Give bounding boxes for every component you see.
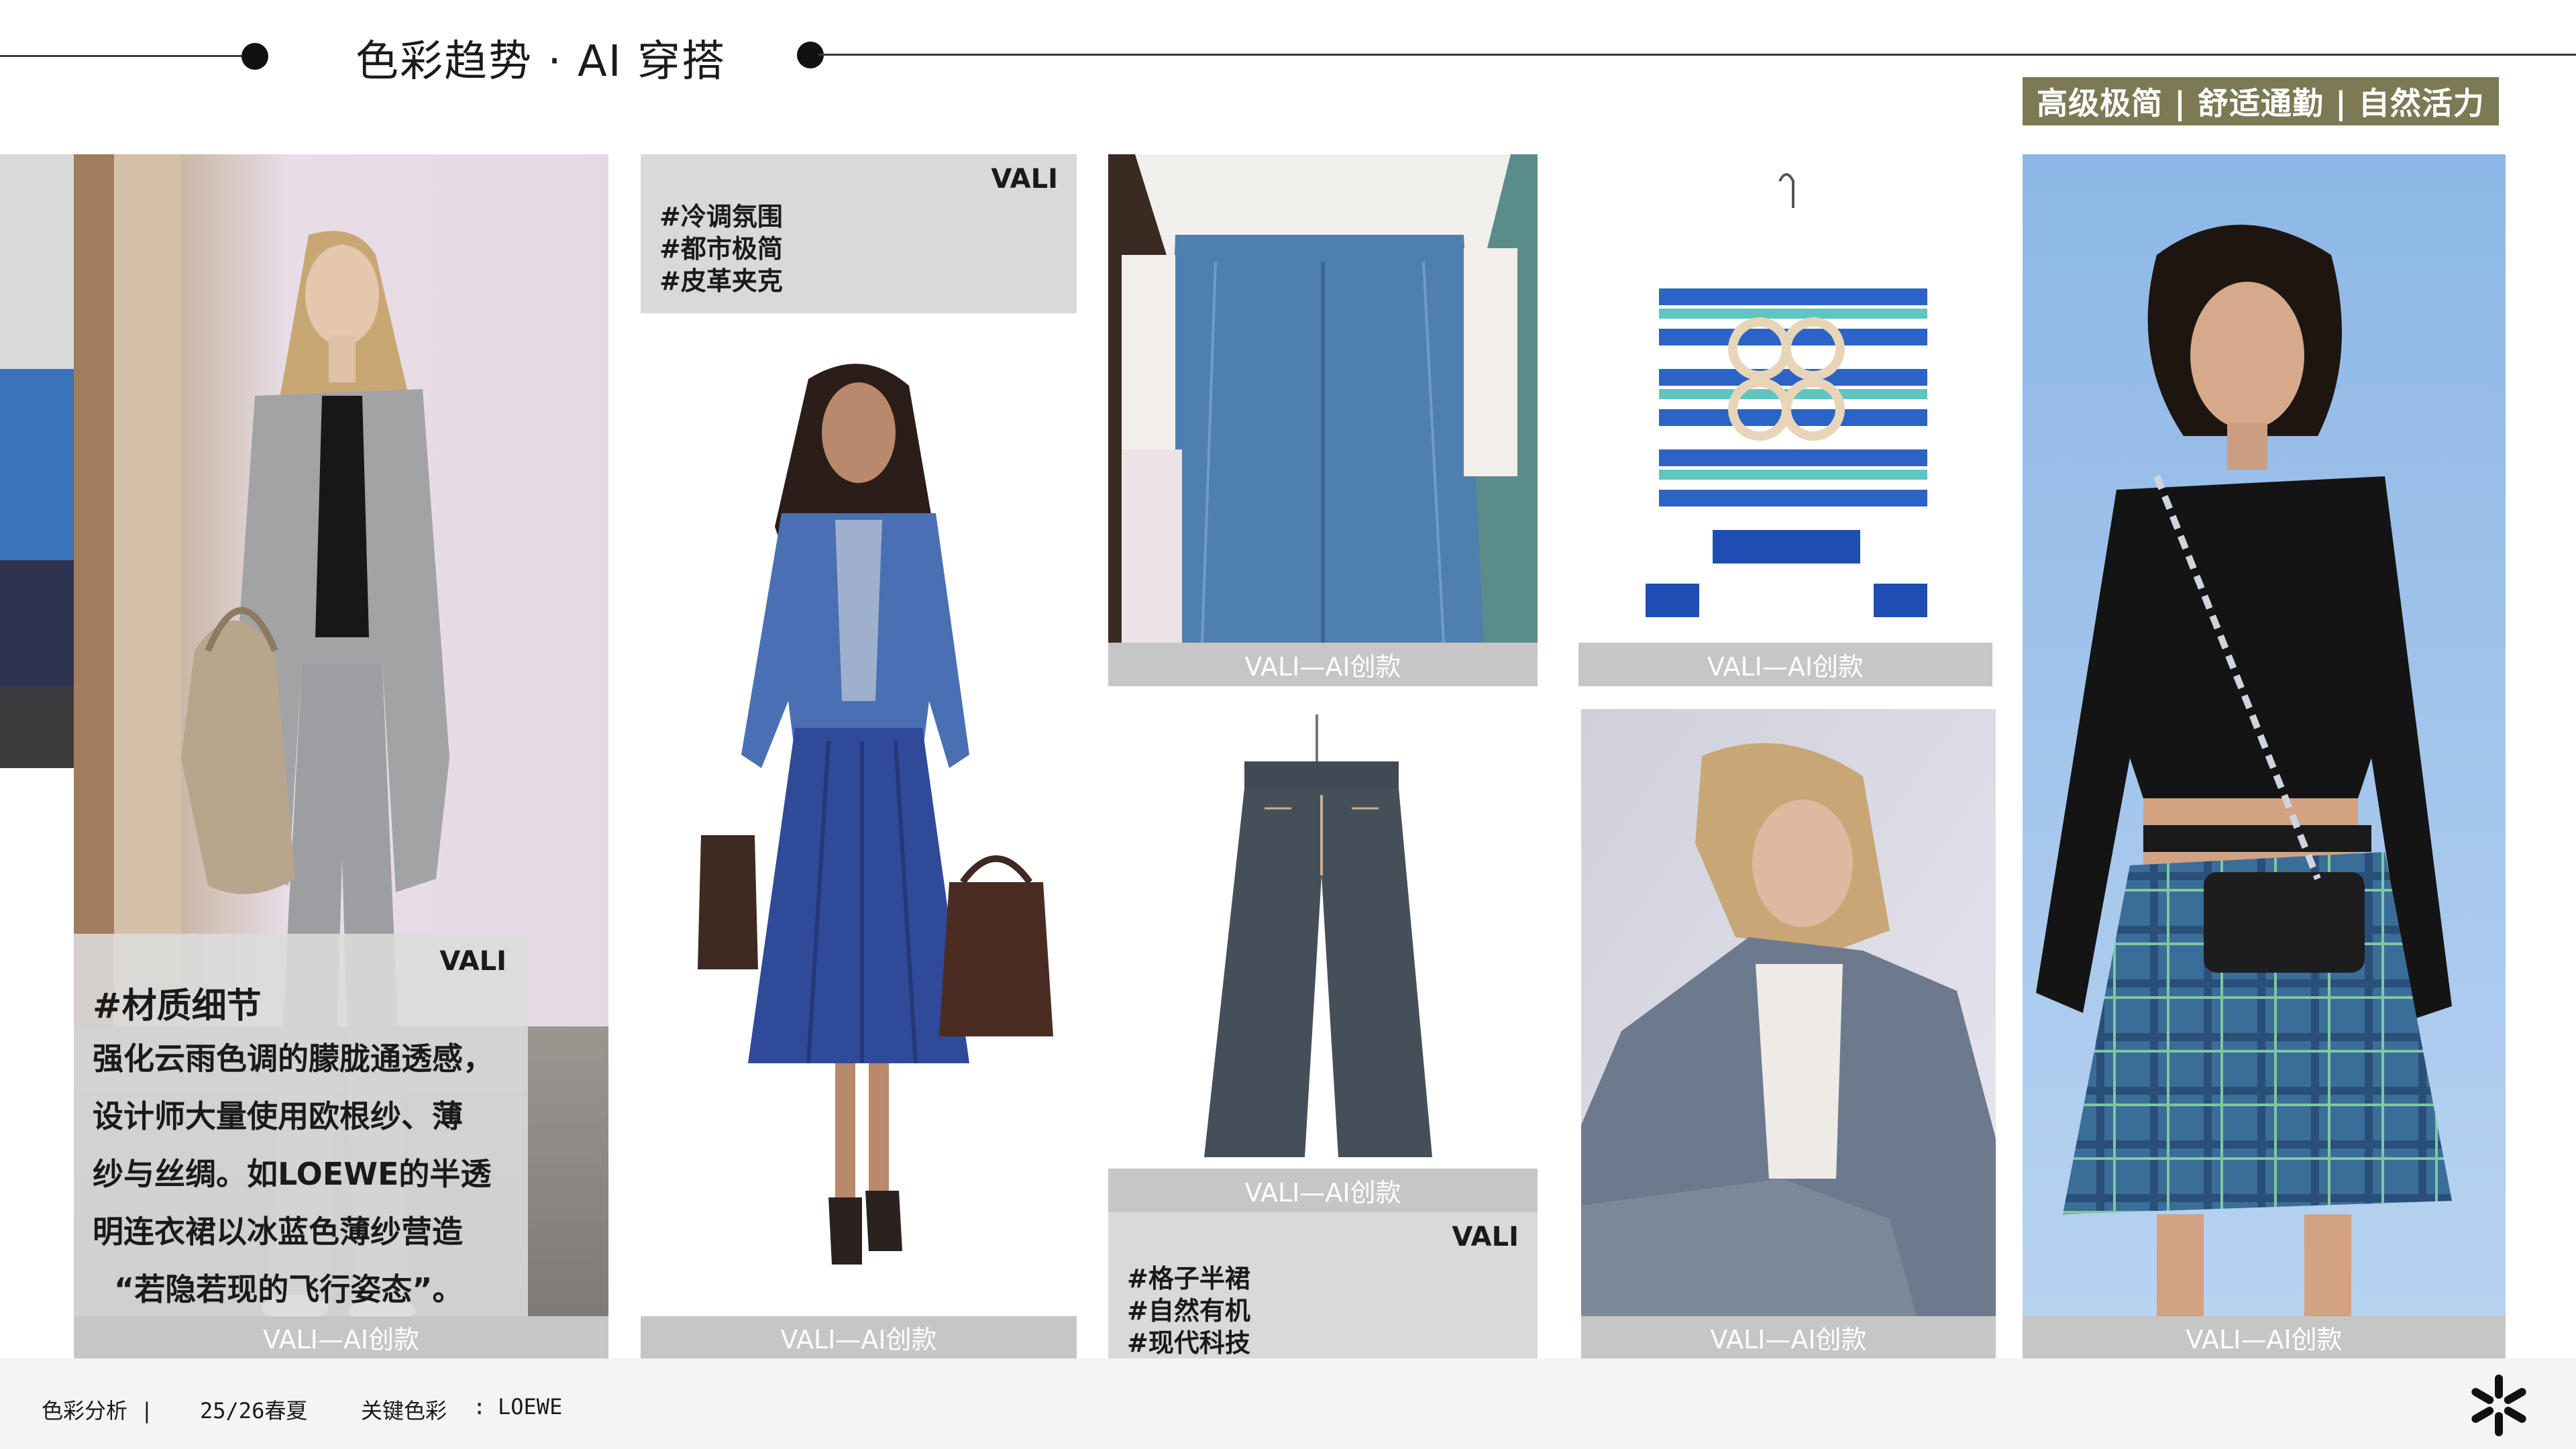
page-title: 色彩趋势 · AI 穿搭 xyxy=(356,37,727,87)
panel-heading: #材质细节 xyxy=(93,986,262,1026)
panel-body-line: 设计师大量使用欧根纱、薄 xyxy=(93,1098,463,1134)
photo-plaid-skirt-model xyxy=(2023,154,2506,1316)
tags-panel-bottom: VALI #格子半裙 #自然有机 #现代科技 xyxy=(1108,1212,1538,1358)
caption-grey-suit: VALI—AI创款 xyxy=(74,1316,608,1358)
photo-blonde-blazer-model xyxy=(1581,709,1996,1316)
tag-line: #自然有机 xyxy=(1127,1296,1250,1326)
footer-topic: 关键色彩 xyxy=(361,1398,447,1424)
tags-brand: VALI xyxy=(1452,1222,1519,1252)
material-detail-panel: VALI #材质细节 强化云雨色调的朦胧通透感， 设计师大量使用欧根纱、薄 纱与… xyxy=(74,934,528,1316)
photo-blue-jacket-image xyxy=(641,325,1077,1315)
header-rule-left xyxy=(0,55,241,57)
panel-brand: VALI xyxy=(439,946,506,977)
tags-brand: VALI xyxy=(991,164,1058,195)
caption-sweater: VALI—AI创款 xyxy=(1578,643,1992,686)
caption-trousers: VALI—AI创款 xyxy=(1108,1169,1538,1212)
caption-jeans: VALI—AI创款 xyxy=(1108,643,1538,686)
photo-wide-trousers xyxy=(1117,708,1523,1169)
tag-line: #冷调氛围 xyxy=(659,202,783,231)
tag-line: #现代科技 xyxy=(1127,1328,1250,1358)
footer-section: 色彩分析 | xyxy=(42,1398,154,1424)
caption-blue-jacket: VALI—AI创款 xyxy=(641,1316,1077,1358)
photo-denim-jeans-image xyxy=(1108,154,1538,643)
caption-blonde: VALI—AI创款 xyxy=(1581,1316,1996,1358)
style-tags-bar: 高级极简 | 舒适通勤 | 自然活力 xyxy=(2023,77,2499,125)
tag-line: #皮革夹克 xyxy=(659,266,783,296)
swatch-navy xyxy=(0,560,74,686)
footer-separator: : xyxy=(473,1394,486,1419)
footer-brand: LOEWE xyxy=(498,1394,563,1419)
photo-blue-jacket-model xyxy=(641,325,1077,1315)
panel-body-line: 纱与丝绸。如LOEWE的半透 xyxy=(93,1156,492,1192)
footer-season: 25/26春夏 xyxy=(200,1398,308,1424)
tag-line: #格子半裙 xyxy=(1127,1264,1250,1293)
panel-body-line: 明连衣裙以冰蓝色薄纱营造 xyxy=(93,1214,463,1250)
asterisk-logo-icon xyxy=(2465,1372,2532,1439)
swatch-mist-grey xyxy=(0,154,74,369)
photo-plaid-skirt-image xyxy=(2023,154,2506,1316)
header-dot-left xyxy=(241,43,268,70)
caption-plaid: VALI—AI创款 xyxy=(2023,1316,2506,1358)
panel-body-line: 强化云雨色调的朦胧通透感， xyxy=(93,1040,494,1077)
photo-striped-sweater xyxy=(1578,154,1992,643)
photo-wide-trousers-image xyxy=(1117,708,1523,1169)
header-rule-right xyxy=(818,54,2576,56)
swatch-cobalt-blue xyxy=(0,369,74,560)
swatch-charcoal xyxy=(0,686,74,768)
panel-body-line: “若隐若现的飞行姿态”。 xyxy=(114,1271,464,1307)
tag-line: #都市极简 xyxy=(659,234,783,264)
photo-blonde-blazer-image xyxy=(1581,709,1996,1316)
tags-panel-top: VALI #冷调氛围 #都市极简 #皮革夹克 xyxy=(641,154,1077,313)
photo-denim-jeans xyxy=(1108,154,1538,643)
photo-striped-sweater-image xyxy=(1578,154,1992,643)
